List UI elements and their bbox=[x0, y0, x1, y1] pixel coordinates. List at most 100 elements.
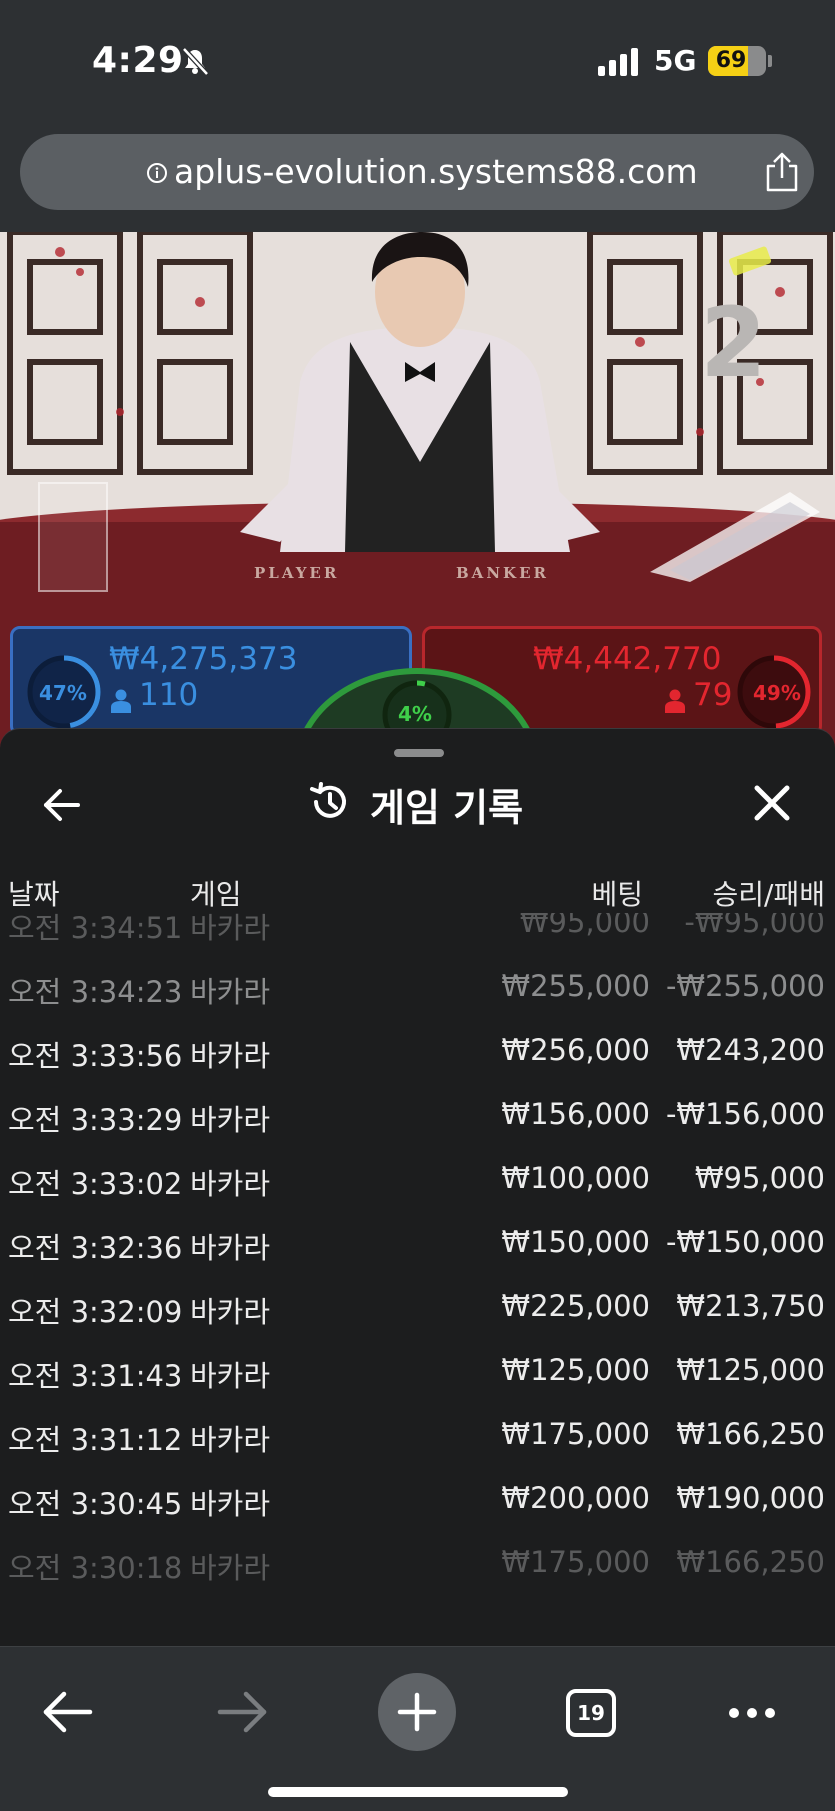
history-time: 오전 3:34:23 bbox=[8, 975, 183, 1009]
history-row[interactable]: 오전 3:32:36 바카라 ₩150,000 -₩150,000 bbox=[0, 1213, 835, 1277]
history-time: 오전 3:33:56 bbox=[8, 1039, 183, 1073]
history-row[interactable]: 오전 3:33:56 바카라 ₩256,000 ₩243,200 bbox=[0, 1021, 835, 1085]
history-row[interactable]: 오전 3:30:18 바카라 ₩175,000 ₩166,250 bbox=[0, 1533, 835, 1597]
history-game: 바카라 bbox=[190, 1103, 271, 1137]
new-tab-button[interactable] bbox=[378, 1673, 456, 1751]
battery-icon: 69 bbox=[708, 46, 766, 76]
page: 4:29 5G 69 aplus-evolution.systems88.com… bbox=[0, 0, 835, 1811]
game-history-sheet: 게임 기록 날짜 게임 베팅 승리/패배 오전 3:34:51 바카라 ₩95,00… bbox=[0, 728, 835, 1646]
tabs-button[interactable]: 19 bbox=[566, 1689, 616, 1737]
share-icon[interactable] bbox=[762, 152, 802, 194]
history-result: ₩166,250 bbox=[676, 1545, 825, 1579]
history-game: 바카라 bbox=[190, 1487, 271, 1521]
history-game: 바카라 bbox=[190, 1039, 271, 1073]
history-result: ₩95,000 bbox=[694, 1161, 825, 1195]
history-bet: ₩200,000 bbox=[501, 1481, 650, 1515]
battery-level: 69 bbox=[715, 48, 747, 73]
history-bet: ₩95,000 bbox=[519, 913, 650, 939]
plus-icon bbox=[397, 1692, 437, 1732]
history-row[interactable]: 오전 3:33:02 바카라 ₩100,000 ₩95,000 bbox=[0, 1149, 835, 1213]
forward-arrow-icon[interactable] bbox=[216, 1689, 268, 1735]
column-header-game: 게임 bbox=[190, 878, 242, 911]
info-icon[interactable] bbox=[146, 162, 168, 184]
network-label: 5G bbox=[654, 44, 697, 77]
history-result: -₩156,000 bbox=[665, 1097, 825, 1131]
history-row[interactable]: 오전 3:33:29 바카라 ₩156,000 -₩156,000 bbox=[0, 1085, 835, 1149]
history-time: 오전 3:32:09 bbox=[8, 1295, 183, 1329]
history-bet: ₩100,000 bbox=[501, 1161, 650, 1195]
player-percent: 47% bbox=[39, 681, 87, 705]
status-time: 4:29 bbox=[92, 40, 184, 81]
history-game: 바카라 bbox=[190, 1167, 271, 1201]
player-person-icon bbox=[111, 689, 131, 713]
history-time: 오전 3:30:45 bbox=[8, 1487, 183, 1521]
history-game: 바카라 bbox=[190, 913, 271, 945]
banker-person-icon bbox=[665, 689, 685, 713]
history-game: 바카라 bbox=[190, 1551, 271, 1585]
bell-slash-icon bbox=[182, 47, 209, 76]
history-time: 오전 3:31:43 bbox=[8, 1359, 183, 1393]
history-bet: ₩255,000 bbox=[501, 969, 650, 1003]
history-row[interactable]: 오전 3:34:51 바카라 ₩95,000 -₩95,000 bbox=[0, 913, 835, 957]
history-result: -₩95,000 bbox=[684, 913, 825, 939]
browser-address-area: aplus-evolution.systems88.com bbox=[0, 120, 835, 232]
history-result: ₩166,250 bbox=[676, 1417, 825, 1451]
round-number: 2 bbox=[700, 287, 767, 399]
column-header-date: 날짜 bbox=[8, 878, 60, 911]
history-game: 바카라 bbox=[190, 1231, 271, 1265]
history-bet: ₩175,000 bbox=[501, 1417, 650, 1451]
history-bet: ₩256,000 bbox=[501, 1033, 650, 1067]
history-time: 오전 3:34:51 bbox=[8, 913, 183, 945]
history-result: ₩190,000 bbox=[676, 1481, 825, 1515]
back-arrow-icon[interactable] bbox=[40, 783, 84, 827]
address-bar[interactable]: aplus-evolution.systems88.com bbox=[20, 134, 814, 210]
banker-amount: ₩4,442,770 bbox=[533, 641, 722, 677]
history-time: 오전 3:31:12 bbox=[8, 1423, 183, 1457]
sheet-grabber[interactable] bbox=[394, 749, 444, 757]
player-count: 110 bbox=[139, 677, 199, 713]
home-indicator[interactable] bbox=[268, 1787, 568, 1797]
history-result: -₩255,000 bbox=[665, 969, 825, 1003]
banker-percent: 49% bbox=[753, 681, 801, 705]
history-row[interactable]: 오전 3:32:09 바카라 ₩225,000 ₩213,750 bbox=[0, 1277, 835, 1341]
history-result: ₩125,000 bbox=[676, 1353, 825, 1387]
column-header-bet: 베팅 bbox=[591, 878, 643, 911]
dealer bbox=[240, 232, 600, 552]
battery-nub bbox=[768, 55, 772, 67]
back-arrow-icon[interactable] bbox=[42, 1689, 94, 1735]
more-icon[interactable] bbox=[726, 1705, 778, 1721]
history-row[interactable]: 오전 3:30:45 바카라 ₩200,000 ₩190,000 bbox=[0, 1469, 835, 1533]
history-icon bbox=[310, 782, 346, 818]
history-bet: ₩175,000 bbox=[501, 1545, 650, 1579]
url-text[interactable]: aplus-evolution.systems88.com bbox=[174, 152, 698, 191]
history-result: ₩243,200 bbox=[676, 1033, 825, 1067]
history-time: 오전 3:33:29 bbox=[8, 1103, 183, 1137]
history-bet: ₩150,000 bbox=[501, 1225, 650, 1259]
close-icon[interactable] bbox=[752, 783, 792, 823]
history-game: 바카라 bbox=[190, 975, 271, 1009]
history-game: 바카라 bbox=[190, 1423, 271, 1457]
history-row[interactable]: 오전 3:34:23 바카라 ₩255,000 -₩255,000 bbox=[0, 957, 835, 1021]
sheet-title: 게임 기록 bbox=[370, 786, 524, 830]
felt-banker-label: BANKER bbox=[456, 564, 549, 582]
card-shoe bbox=[650, 492, 820, 582]
tab-count: 19 bbox=[577, 1701, 605, 1725]
history-list[interactable]: 오전 3:34:51 바카라 ₩95,000 -₩95,000 오전 3:34:23 바카… bbox=[0, 913, 835, 1629]
history-result: -₩150,000 bbox=[665, 1225, 825, 1259]
signal-bars-icon bbox=[598, 48, 638, 76]
history-bet: ₩125,000 bbox=[501, 1353, 650, 1387]
history-time: 오전 3:33:02 bbox=[8, 1167, 183, 1201]
history-row[interactable]: 오전 3:31:43 바카라 ₩125,000 ₩125,000 bbox=[0, 1341, 835, 1405]
discard-tray bbox=[38, 482, 108, 592]
history-game: 바카라 bbox=[190, 1359, 271, 1393]
column-header-result: 승리/패배 bbox=[712, 878, 825, 911]
history-time: 오전 3:30:18 bbox=[8, 1551, 183, 1585]
history-game: 바카라 bbox=[190, 1295, 271, 1329]
history-time: 오전 3:32:36 bbox=[8, 1231, 183, 1265]
status-bar: 4:29 5G 69 bbox=[0, 0, 835, 120]
history-row[interactable]: 오전 3:31:12 바카라 ₩175,000 ₩166,250 bbox=[0, 1405, 835, 1469]
history-bet: ₩156,000 bbox=[501, 1097, 650, 1131]
banker-count: 79 bbox=[693, 677, 733, 713]
history-bet: ₩225,000 bbox=[501, 1289, 650, 1323]
browser-toolbar: 19 bbox=[0, 1646, 835, 1811]
